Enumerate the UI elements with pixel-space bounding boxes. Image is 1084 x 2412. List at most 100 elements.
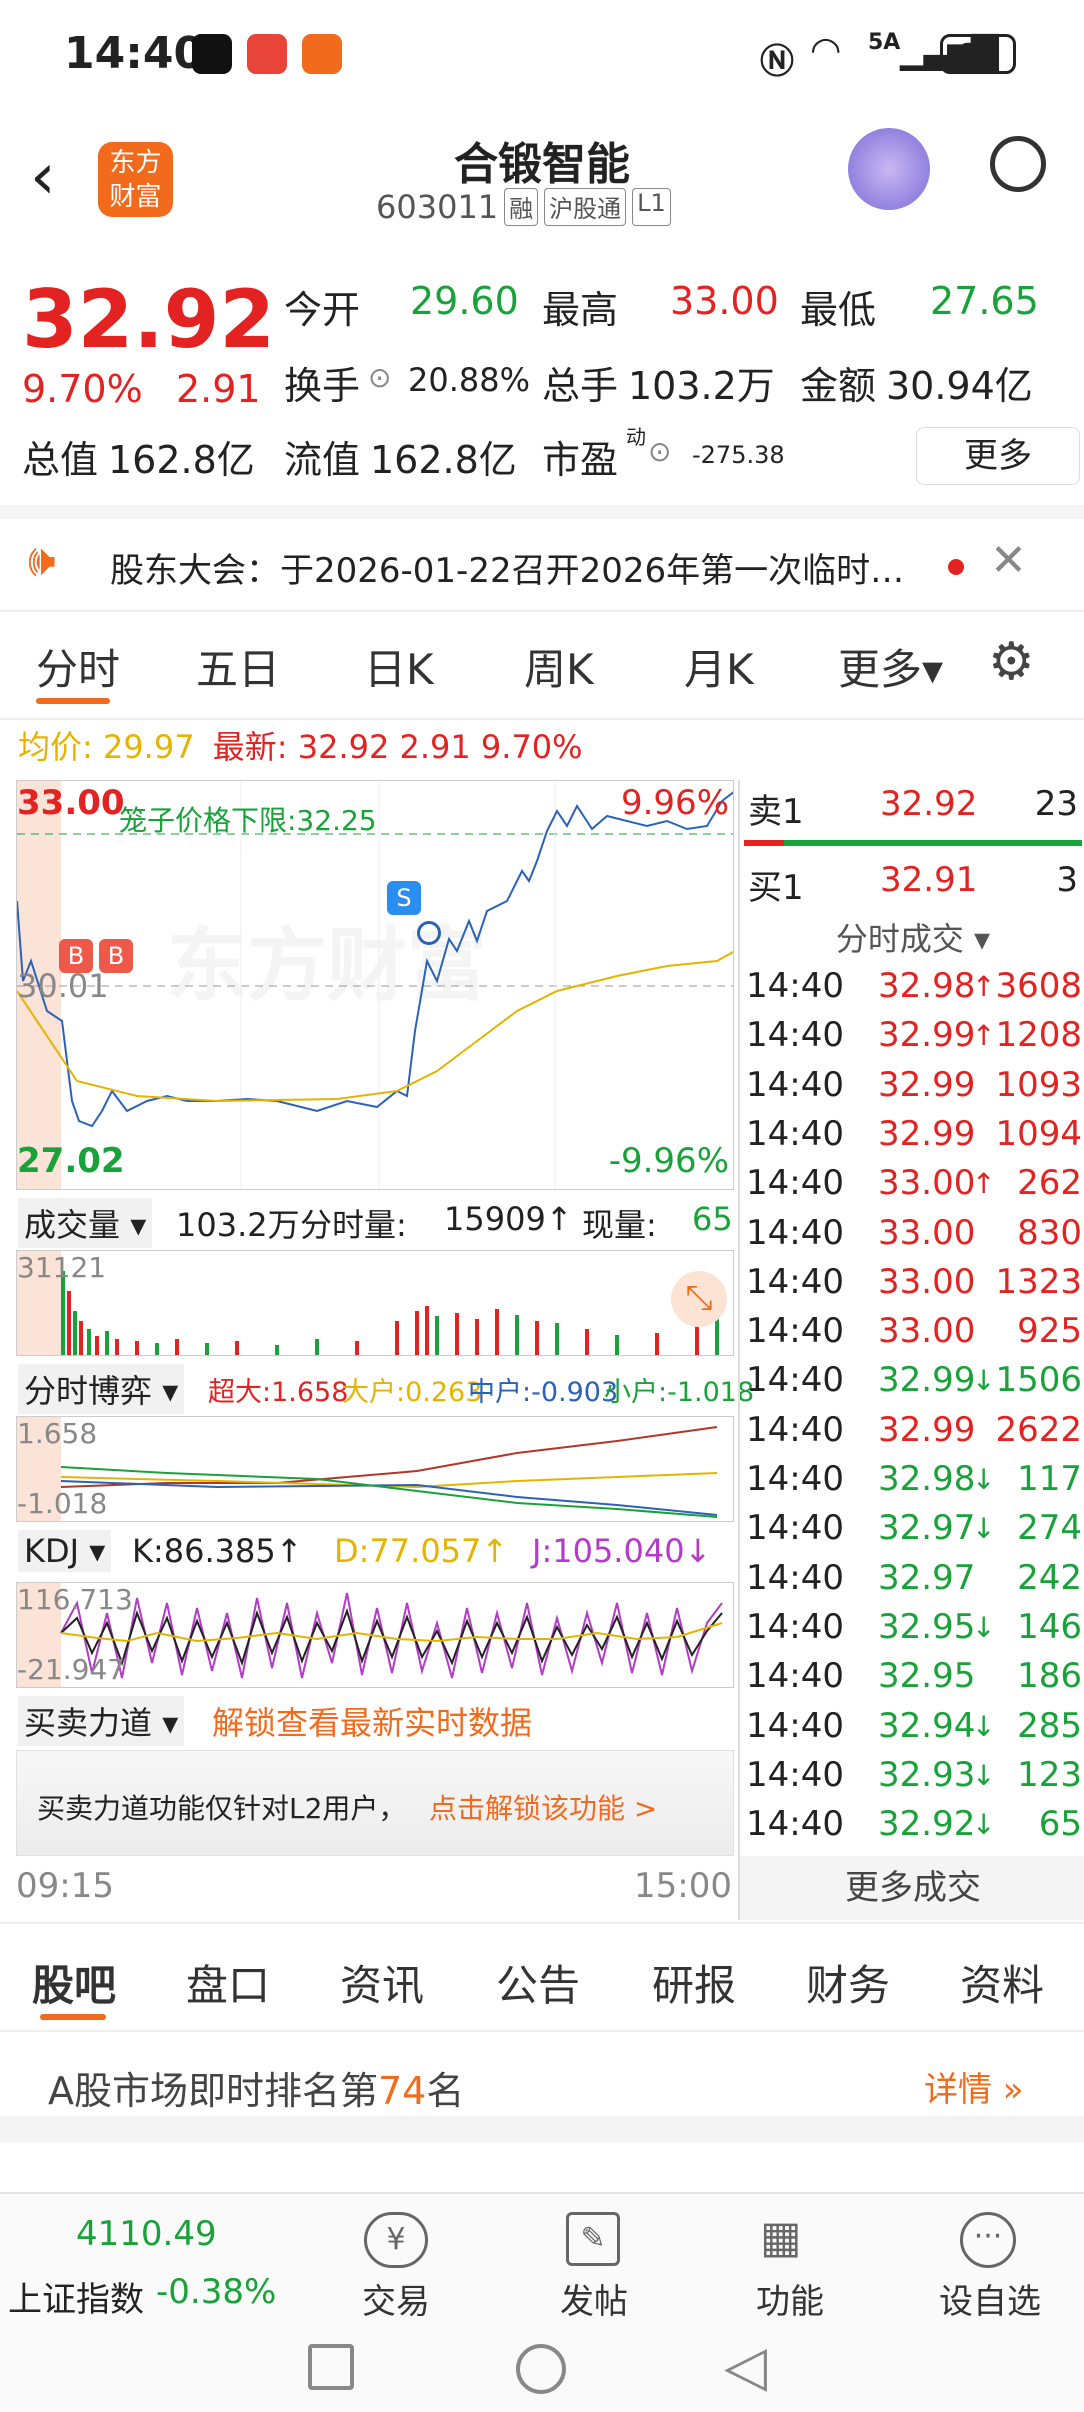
trade-row: 14:40 32.95 186 — [746, 1656, 1082, 1705]
close-icon[interactable]: ✕ — [990, 535, 1027, 586]
rank-prefix: A股市场即时排名第 — [48, 2069, 378, 2113]
trade-price: 32.95 — [878, 1656, 976, 1697]
force-header: 买卖力道 ▾ 解锁查看最新实时数据 — [16, 1688, 734, 1748]
bo-chart[interactable]: 1.658 -1.018 — [16, 1416, 734, 1522]
trade-volume: 242 — [1017, 1557, 1082, 1598]
trade-price: 32.99 — [878, 1360, 976, 1401]
tab-5day[interactable]: 五日 — [196, 636, 280, 697]
amount-value: 30.94亿 — [886, 364, 1033, 408]
recents-icon[interactable] — [308, 2344, 354, 2390]
tab-announcements[interactable]: 公告 — [496, 1952, 580, 2013]
kdj-label: KDJ — [24, 1532, 80, 1570]
trade-direction: ↑ — [972, 1019, 996, 1053]
chart-tabs: 分时 五日 日K 周K 月K 更多▾ ⚙ — [0, 610, 1084, 720]
trade-time: 14:40 — [746, 1705, 844, 1746]
trade-volume: 65 — [1038, 1804, 1082, 1845]
low-value: 27.65 — [930, 279, 1039, 323]
nav-watchlist[interactable]: 设自选 — [928, 2274, 1052, 2323]
nav-functions[interactable]: 功能 — [740, 2274, 840, 2323]
stock-code: 603011 — [376, 188, 499, 226]
trade-price: 32.93 — [878, 1754, 976, 1795]
trade-row: 14:40 32.94 ↓ 285 — [746, 1706, 1082, 1755]
index-name[interactable]: 上证指数 — [8, 2272, 144, 2321]
trade-time: 14:40 — [746, 1212, 844, 1253]
trade-row: 14:40 33.00 830 — [746, 1213, 1082, 1262]
settings-gear-icon[interactable]: ⚙ — [988, 632, 1035, 692]
tab-pankou[interactable]: 盘口 — [186, 1952, 270, 2013]
trades-title[interactable]: 分时成交 ▾ — [740, 914, 1084, 960]
bottom-nav: 4110.49 上证指数 -0.38% ¥ 交易 ✎ 发帖 ▦ 功能 ··· 设… — [0, 2192, 1084, 2412]
search-icon[interactable] — [990, 136, 1046, 192]
notice-text: 股东大会：于2026-01-22召开2026年第一次临时… — [110, 551, 905, 591]
trade-row: 14:40 32.99 ↓ 1506 — [746, 1360, 1082, 1409]
volume-label: 成交量 — [24, 1206, 121, 1244]
home-icon[interactable] — [516, 2344, 566, 2394]
tab-finance[interactable]: 财务 — [806, 1952, 890, 2013]
tiktok-icon — [192, 34, 232, 74]
trade-volume: 285 — [1017, 1705, 1082, 1746]
tab-more[interactable]: 更多▾ — [838, 636, 943, 697]
trade-icon[interactable]: ¥ — [364, 2212, 428, 2268]
more-trades-button[interactable]: 更多成交 — [740, 1856, 1084, 1920]
sell-marker[interactable]: S — [387, 881, 421, 915]
now-volume-label: 现量: — [582, 1206, 657, 1244]
stock-code-row: 603011 融 沪股通 L1 — [376, 188, 671, 226]
volume-selector[interactable]: 成交量 ▾ — [18, 1198, 153, 1248]
open-value: 29.60 — [410, 279, 519, 323]
trade-volume: 1094 — [995, 1113, 1082, 1154]
notice-bar[interactable]: 🕪 股东大会：于2026-01-22召开2026年第一次临时… ✕ — [0, 505, 1084, 610]
tab-profile[interactable]: 资料 — [960, 1952, 1044, 2013]
index-pct: -0.38% — [156, 2272, 277, 2312]
kdj-selector[interactable]: KDJ ▾ — [18, 1530, 112, 1572]
trade-direction: ↓ — [972, 1463, 996, 1496]
tab-guba[interactable]: 股吧 — [32, 1952, 116, 2013]
buy1-volume: 3 — [1056, 860, 1078, 900]
nav-post[interactable]: 发帖 — [544, 2274, 644, 2323]
force-unlock[interactable]: 解锁查看最新实时数据 — [212, 1698, 532, 1744]
bo-header: 分时博弈 ▾ 超大:1.658 大户:0.263 中户:-0.903 小户:-1… — [16, 1356, 754, 1416]
volume-chart[interactable]: 31121 ⤡ — [16, 1250, 734, 1356]
rank-suffix: 名 — [426, 2069, 465, 2113]
force-link[interactable]: 点击解锁该功能 > — [429, 1787, 657, 1827]
tab-research[interactable]: 研报 — [652, 1952, 736, 2013]
network-label: 5A — [868, 30, 901, 55]
tab-intraday[interactable]: 分时 — [36, 636, 120, 697]
kdj-chart[interactable]: 116.713 -21.947 — [16, 1582, 734, 1688]
volume-header: 成交量 ▾ 103.2万 分时量: 15909↑ 现量: 65 — [16, 1190, 734, 1250]
volume-svg — [61, 1271, 719, 1355]
volume-label: 总手 — [542, 364, 619, 408]
kdj-bottom: -21.947 — [17, 1653, 126, 1686]
tab-daily-k[interactable]: 日K — [364, 636, 434, 697]
trade-row: 14:40 33.00 ↑ 262 — [746, 1163, 1082, 1212]
expand-icon[interactable]: ⤡ — [671, 1271, 727, 1327]
back-nav-icon[interactable]: ◁ — [724, 2334, 767, 2399]
robot-assistant-icon[interactable] — [848, 128, 930, 210]
rank-row[interactable]: A股市场即时排名第74名 详情 » — [0, 2032, 1084, 2142]
info-icon[interactable]: ⊙ — [368, 361, 391, 394]
pe-info-icon[interactable]: ⊙ — [648, 435, 671, 468]
post-icon[interactable]: ✎ — [566, 2212, 620, 2266]
intraday-chart[interactable]: 东方财富 S B B 33.00 笼子价格下限:32.25 9.96% 30.0… — [16, 780, 734, 1190]
more-button[interactable]: 更多 — [916, 427, 1080, 485]
trade-row: 14:40 32.92 ↓ 65 — [746, 1804, 1082, 1853]
bo-selector[interactable]: 分时博弈 ▾ — [18, 1364, 185, 1414]
trade-direction: ↓ — [972, 1709, 996, 1743]
tab-news[interactable]: 资讯 — [340, 1952, 424, 2013]
trade-price: 33.00 — [878, 1212, 976, 1253]
trade-price: 32.98 — [878, 1459, 976, 1499]
trade-direction: ↓ — [972, 1808, 996, 1842]
tab-indicator — [36, 698, 110, 704]
force-selector[interactable]: 买卖力道 ▾ — [18, 1696, 185, 1746]
rank-detail-link[interactable]: 详情 » — [924, 2062, 1024, 2111]
trade-row: 14:40 32.95 ↓ 146 — [746, 1607, 1082, 1656]
nav-trade[interactable]: 交易 — [346, 2274, 446, 2323]
tab-weekly-k[interactable]: 周K — [524, 636, 594, 697]
sell1-price: 32.92 — [880, 784, 978, 824]
trade-volume: 186 — [1017, 1656, 1082, 1697]
watchlist-icon[interactable]: ··· — [960, 2212, 1016, 2268]
trade-price: 33.00 — [878, 1261, 976, 1302]
quote-panel: 32.92 9.70% 2.91 今开 29.60 最高 33.00 最低 27… — [0, 255, 1084, 505]
tab-monthly-k[interactable]: 月K — [684, 636, 754, 697]
trade-time: 14:40 — [746, 1163, 844, 1204]
functions-icon[interactable]: ▦ — [760, 2212, 802, 2263]
